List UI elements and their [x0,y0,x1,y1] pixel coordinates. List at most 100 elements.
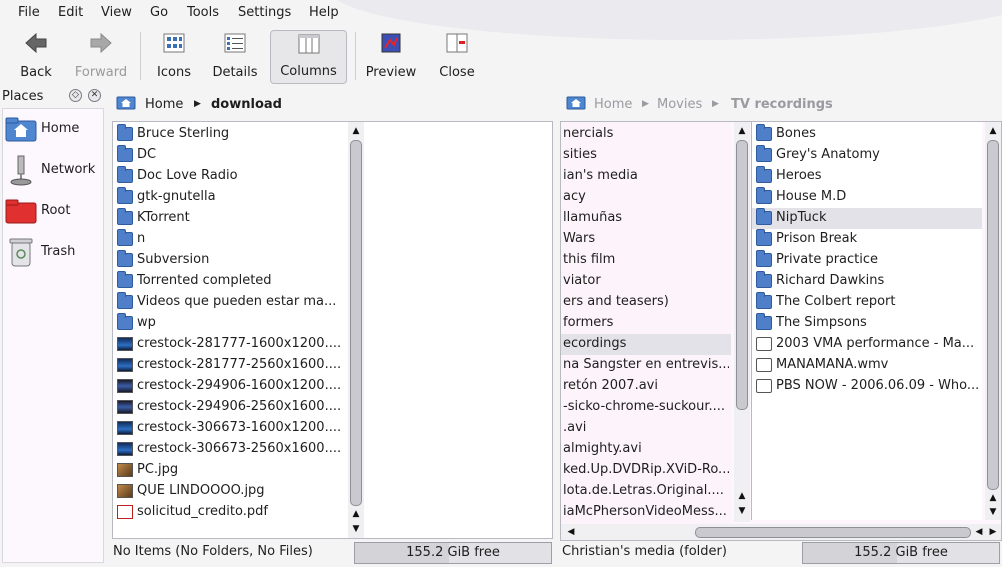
right-hscroll-thumb[interactable] [695,527,971,538]
tv-row[interactable]: Heroes [752,166,982,187]
icons-view-button[interactable]: Icons [150,30,198,84]
movies-row[interactable]: formers [561,313,731,334]
place-trash[interactable]: Trash [3,232,103,272]
scroll-down-arrow-icon[interactable]: ▼ [348,523,364,535]
scroll-up-arrow-icon[interactable]: ▲ [985,125,1001,137]
movies-row[interactable]: retón 2007.avi [561,376,731,397]
left-file-row[interactable]: solicitud_credito.pdf [113,502,346,523]
right-crumb-current[interactable]: TV recordings [731,97,833,112]
movies-row[interactable]: llamuñas [561,208,731,229]
movies-row[interactable]: -sicko-chrome-suckour.... [561,397,731,418]
tv-row[interactable]: Bones [752,124,982,145]
movies-row[interactable]: ian's media [561,166,731,187]
left-file-row[interactable]: Subversion [113,250,346,271]
places-close-button[interactable]: ✕ [88,89,101,102]
left-file-row[interactable]: Doc Love Radio [113,166,346,187]
place-home[interactable]: Home [3,109,103,149]
place-root[interactable]: Root [3,191,103,231]
movies-row[interactable]: lota.de.Letras.Original.... [561,481,731,502]
places-float-button[interactable]: ◇ [69,89,82,102]
tv-row[interactable]: Prison Break [752,229,982,250]
right-file-view[interactable]: nercials sities ian's media acy llamuñas Wars… [560,121,1002,541]
tv-row[interactable]: The Colbert report [752,292,982,313]
left-file-row[interactable]: gtk-gnutella [113,187,346,208]
left-file-row[interactable]: KTorrent [113,208,346,229]
menu-file[interactable]: File [18,5,40,20]
movies-row[interactable]: this film [561,250,731,271]
movies-row[interactable]: Wars [561,229,731,250]
menu-go[interactable]: Go [150,5,168,20]
movies-row[interactable]: sities [561,145,731,166]
movies-row[interactable]: ked.Up.DVDRip.XViD-Ro... [561,460,731,481]
tv-vertical-scrollbar[interactable]: ▲ ▲ ▼ [985,122,1001,520]
movies-row[interactable]: ers and teasers) [561,292,731,313]
movies-row[interactable]: nercials [561,124,731,145]
movies-row[interactable]: na Sangster en entrevis... [561,355,731,376]
forward-button[interactable]: Forward [70,30,132,84]
left-crumb-current[interactable]: download [211,97,282,112]
tv-row[interactable]: 2003 VMA performance - Ma... [752,334,982,355]
left-file-row[interactable]: DC [113,145,346,166]
menu-edit[interactable]: Edit [58,5,83,20]
back-button[interactable]: Back [10,30,62,84]
movies-row[interactable]: almighty.avi [561,439,731,460]
scroll-up-arrow-icon[interactable]: ▲ [348,125,364,137]
right-crumb-movies[interactable]: Movies [657,97,702,112]
left-file-row[interactable]: wp [113,313,346,334]
tv-row[interactable]: Grey's Anatomy [752,145,982,166]
tv-row[interactable]: Private practice [752,250,982,271]
movies-row[interactable]: ecordings [561,334,731,355]
movies-row[interactable]: viator [561,271,731,292]
left-file-row-label: crestock-306673-1600x1200.... [137,420,342,435]
tv-row[interactable]: Richard Dawkins [752,271,982,292]
scroll-up-arrow-icon[interactable]: ▲ [734,490,750,502]
movies-scroll-thumb[interactable] [736,140,748,410]
left-file-row[interactable]: Videos que pueden estar ma... [113,292,346,313]
menu-help[interactable]: Help [309,5,339,20]
left-file-row[interactable]: crestock-306673-1600x1200.... [113,418,346,439]
left-file-row[interactable]: crestock-294906-2560x1600.... [113,397,346,418]
tv-scroll-thumb[interactable] [987,140,999,490]
movies-row[interactable]: iaMcPhersonVideoMess... [561,502,731,523]
tv-row[interactable]: NipTuck [752,208,982,229]
left-vertical-scrollbar[interactable]: ▲ ▲ ▼ [348,122,364,538]
tv-row[interactable]: House M.D [752,187,982,208]
left-file-view[interactable]: Bruce Sterling DC Doc Love Radio gtk-gnutel… [112,121,553,539]
menu-tools[interactable]: Tools [187,5,219,20]
left-file-row[interactable]: n [113,229,346,250]
scroll-down-arrow-icon[interactable]: ▼ [985,506,1001,518]
right-crumb-home[interactable]: Home [594,97,632,112]
scroll-up-arrow-icon[interactable]: ▲ [985,492,1001,504]
left-file-row[interactable]: QUE LINDOOOO.jpg [113,481,346,502]
scroll-down-arrow-icon[interactable]: ▼ [734,505,750,517]
movies-vertical-scrollbar[interactable]: ▲ ▲ ▼ [734,122,750,522]
scroll-up-arrow-icon[interactable]: ▲ [734,125,750,137]
scroll-up-arrow-icon[interactable]: ▲ [348,508,364,520]
menu-settings[interactable]: Settings [238,5,291,20]
preview-button[interactable]: Preview [362,30,420,84]
details-view-button[interactable]: Details [208,30,262,84]
movies-row[interactable]: acy [561,187,731,208]
right-free-space: 155.2 GiB free [802,542,1000,564]
folder-icon [756,292,772,309]
left-file-row[interactable]: crestock-281777-1600x1200.... [113,334,346,355]
scroll-right-arrow-icon[interactable]: ▶ [985,526,1001,538]
left-file-row[interactable]: crestock-281777-2560x1600.... [113,355,346,376]
left-file-row[interactable]: crestock-306673-2560x1600.... [113,439,346,460]
left-crumb-home[interactable]: Home [145,97,183,112]
tv-row[interactable]: PBS NOW - 2006.06.09 - Who... [752,376,982,397]
left-scroll-thumb[interactable] [350,140,362,506]
left-file-row[interactable]: Bruce Sterling [113,124,346,145]
right-horizontal-scrollbar[interactable]: ◀ ◀ ▶ [561,524,1001,540]
movies-row[interactable]: .avi [561,418,731,439]
left-file-row[interactable]: PC.jpg [113,460,346,481]
columns-view-button[interactable]: Columns [270,30,347,84]
tv-row[interactable]: The Simpsons [752,313,982,334]
place-network[interactable]: Network [3,150,103,190]
close-split-button[interactable]: Close [432,30,482,84]
scroll-left-arrow-icon[interactable]: ◀ [563,526,579,538]
menu-view[interactable]: View [101,5,132,20]
left-file-row[interactable]: Torrented completed [113,271,346,292]
left-file-row[interactable]: crestock-294906-1600x1200.... [113,376,346,397]
tv-row[interactable]: MANAMANA.wmv [752,355,982,376]
